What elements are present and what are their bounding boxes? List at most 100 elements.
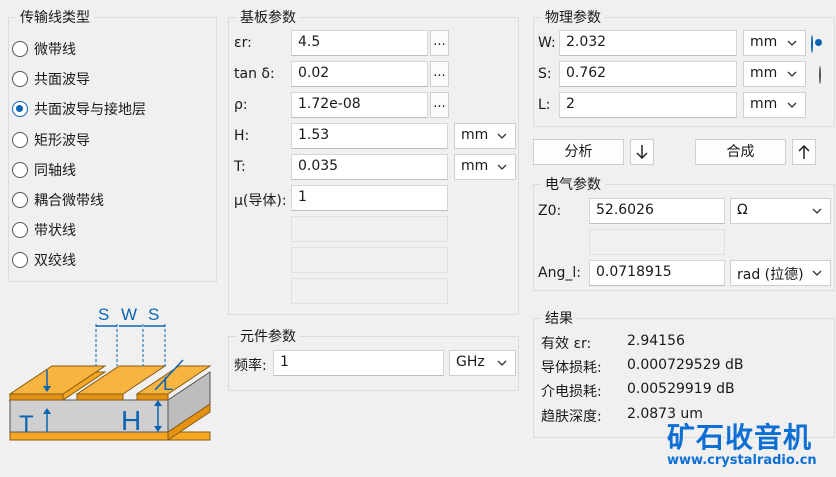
line-type-option[interactable]: 共面波导与接地层	[12, 98, 146, 120]
substrate-title: 基板参数	[236, 7, 300, 27]
line-type-radio[interactable]	[12, 101, 28, 117]
line-type-title: 传输线类型	[16, 7, 94, 27]
z0-unit-select[interactable]: Ω	[730, 198, 831, 224]
er-label: εr:	[234, 35, 252, 51]
line-type-option[interactable]: 耦合微带线	[12, 189, 104, 211]
chevron-down-icon	[812, 270, 822, 276]
diagram-label-t: T	[19, 411, 34, 438]
cpw-diagram: S W S L T H	[8, 305, 212, 441]
w-input[interactable]: 2.032	[559, 30, 737, 56]
l-label: L:	[538, 97, 551, 113]
line-type-label: 带状线	[34, 223, 76, 239]
z0-label: Z0:	[538, 203, 562, 219]
t-input[interactable]: 0.035	[291, 154, 448, 180]
electrical-title: 电气参数	[541, 174, 605, 194]
diagram-label-s-left: S	[98, 305, 109, 324]
er-input[interactable]: 4.5	[291, 30, 428, 56]
center-strip	[76, 393, 124, 401]
l-input[interactable]: 2	[559, 92, 737, 118]
rho-label: ρ:	[234, 97, 248, 113]
line-type-option[interactable]: 双绞线	[12, 249, 76, 271]
result-value: 0.00529919 dB	[627, 381, 735, 397]
z0-unit-value: Ω	[737, 202, 748, 218]
z0-input[interactable]: 52.6026	[589, 198, 725, 224]
diagram-label-h: H	[121, 405, 141, 436]
chevron-down-icon	[497, 133, 507, 139]
h-unit-select[interactable]: mm	[454, 123, 516, 149]
chevron-down-icon	[787, 102, 797, 108]
line-type-radio[interactable]	[12, 252, 28, 268]
component-title: 元件参数	[236, 326, 300, 346]
result-label: 导体损耗:	[541, 360, 602, 376]
frequency-label: 频率:	[234, 358, 267, 374]
w-unit-value: mm	[750, 34, 778, 50]
tand-browse-button[interactable]: ...	[430, 61, 449, 87]
line-type-option[interactable]: 带状线	[12, 219, 76, 241]
substrate-front	[9, 399, 169, 433]
line-type-radio[interactable]	[12, 41, 28, 57]
line-type-radio[interactable]	[12, 162, 28, 178]
mu-label: μ(导体):	[234, 193, 287, 209]
analyze-button[interactable]: 分析	[533, 139, 624, 165]
t-unit-select[interactable]: mm	[454, 154, 516, 180]
tand-input[interactable]: 0.02	[291, 61, 428, 87]
line-type-label: 矩形波导	[34, 133, 90, 149]
diagram-label-l: L	[163, 374, 173, 394]
rho-browse-button[interactable]: ...	[430, 92, 449, 118]
synthesize-arrow-button[interactable]	[792, 139, 816, 165]
line-type-radio[interactable]	[12, 192, 28, 208]
ang-input[interactable]: 0.0718915	[589, 260, 725, 286]
line-type-radio[interactable]	[12, 71, 28, 87]
line-type-option[interactable]: 矩形波导	[12, 129, 90, 151]
rho-input[interactable]: 1.72e-08	[291, 92, 428, 118]
line-type-option[interactable]: 微带线	[12, 38, 76, 60]
result-value: 0.000729529 dB	[627, 357, 744, 373]
line-type-option[interactable]: 同轴线	[12, 159, 76, 181]
l-unit-select[interactable]: mm	[743, 92, 806, 118]
w-solve-radio[interactable]	[811, 35, 813, 53]
ang-unit-value: rad (拉德)	[737, 267, 804, 283]
empty-field-1	[291, 216, 448, 242]
w-unit-select[interactable]: mm	[743, 30, 806, 56]
diagram-label-w: W	[121, 305, 137, 324]
tand-label: tan δ:	[234, 66, 275, 82]
analyze-arrow-button[interactable]	[630, 139, 654, 165]
chevron-down-icon	[497, 164, 507, 170]
line-type-label: 共面波导	[34, 72, 90, 88]
mu-input[interactable]: 1	[291, 185, 448, 211]
chevron-down-icon	[787, 71, 797, 77]
frequency-input[interactable]: 1	[273, 350, 444, 376]
line-type-option[interactable]: 共面波导	[12, 68, 90, 90]
line-type-label: 耦合微带线	[34, 193, 104, 209]
s-solve-radio[interactable]	[819, 66, 821, 84]
chevron-down-icon	[812, 208, 822, 214]
h-input[interactable]: 1.53	[291, 123, 448, 149]
results-title: 结果	[541, 308, 577, 328]
result-label: 介电损耗:	[541, 384, 602, 400]
line-type-radio[interactable]	[12, 222, 28, 238]
t-label: T:	[234, 159, 246, 175]
frequency-unit-select[interactable]: GHz	[449, 350, 516, 376]
chevron-down-icon	[497, 360, 507, 366]
er-browse-button[interactable]: ...	[430, 30, 449, 56]
line-type-label: 共面波导与接地层	[34, 102, 146, 118]
chevron-down-icon	[787, 40, 797, 46]
ang-unit-select[interactable]: rad (拉德)	[730, 260, 831, 286]
empty-field-2	[291, 247, 448, 273]
empty-field-3	[291, 278, 448, 304]
s-label: S:	[538, 66, 552, 82]
frequency-unit-value: GHz	[456, 354, 485, 370]
l-unit-value: mm	[750, 96, 778, 112]
watermark-url: www.crystalradio.cn	[667, 453, 817, 468]
line-type-label: 微带线	[34, 42, 76, 58]
s-input[interactable]: 0.762	[559, 61, 737, 87]
s-unit-value: mm	[750, 65, 778, 81]
arrow-down-icon	[636, 145, 648, 160]
result-value: 2.0873 um	[627, 406, 703, 422]
h-unit-value: mm	[461, 127, 489, 143]
synthesize-button[interactable]: 合成	[695, 139, 786, 165]
w-label: W:	[538, 35, 556, 51]
line-type-radio[interactable]	[12, 132, 28, 148]
empty-electrical-field	[589, 229, 725, 255]
s-unit-select[interactable]: mm	[743, 61, 806, 87]
